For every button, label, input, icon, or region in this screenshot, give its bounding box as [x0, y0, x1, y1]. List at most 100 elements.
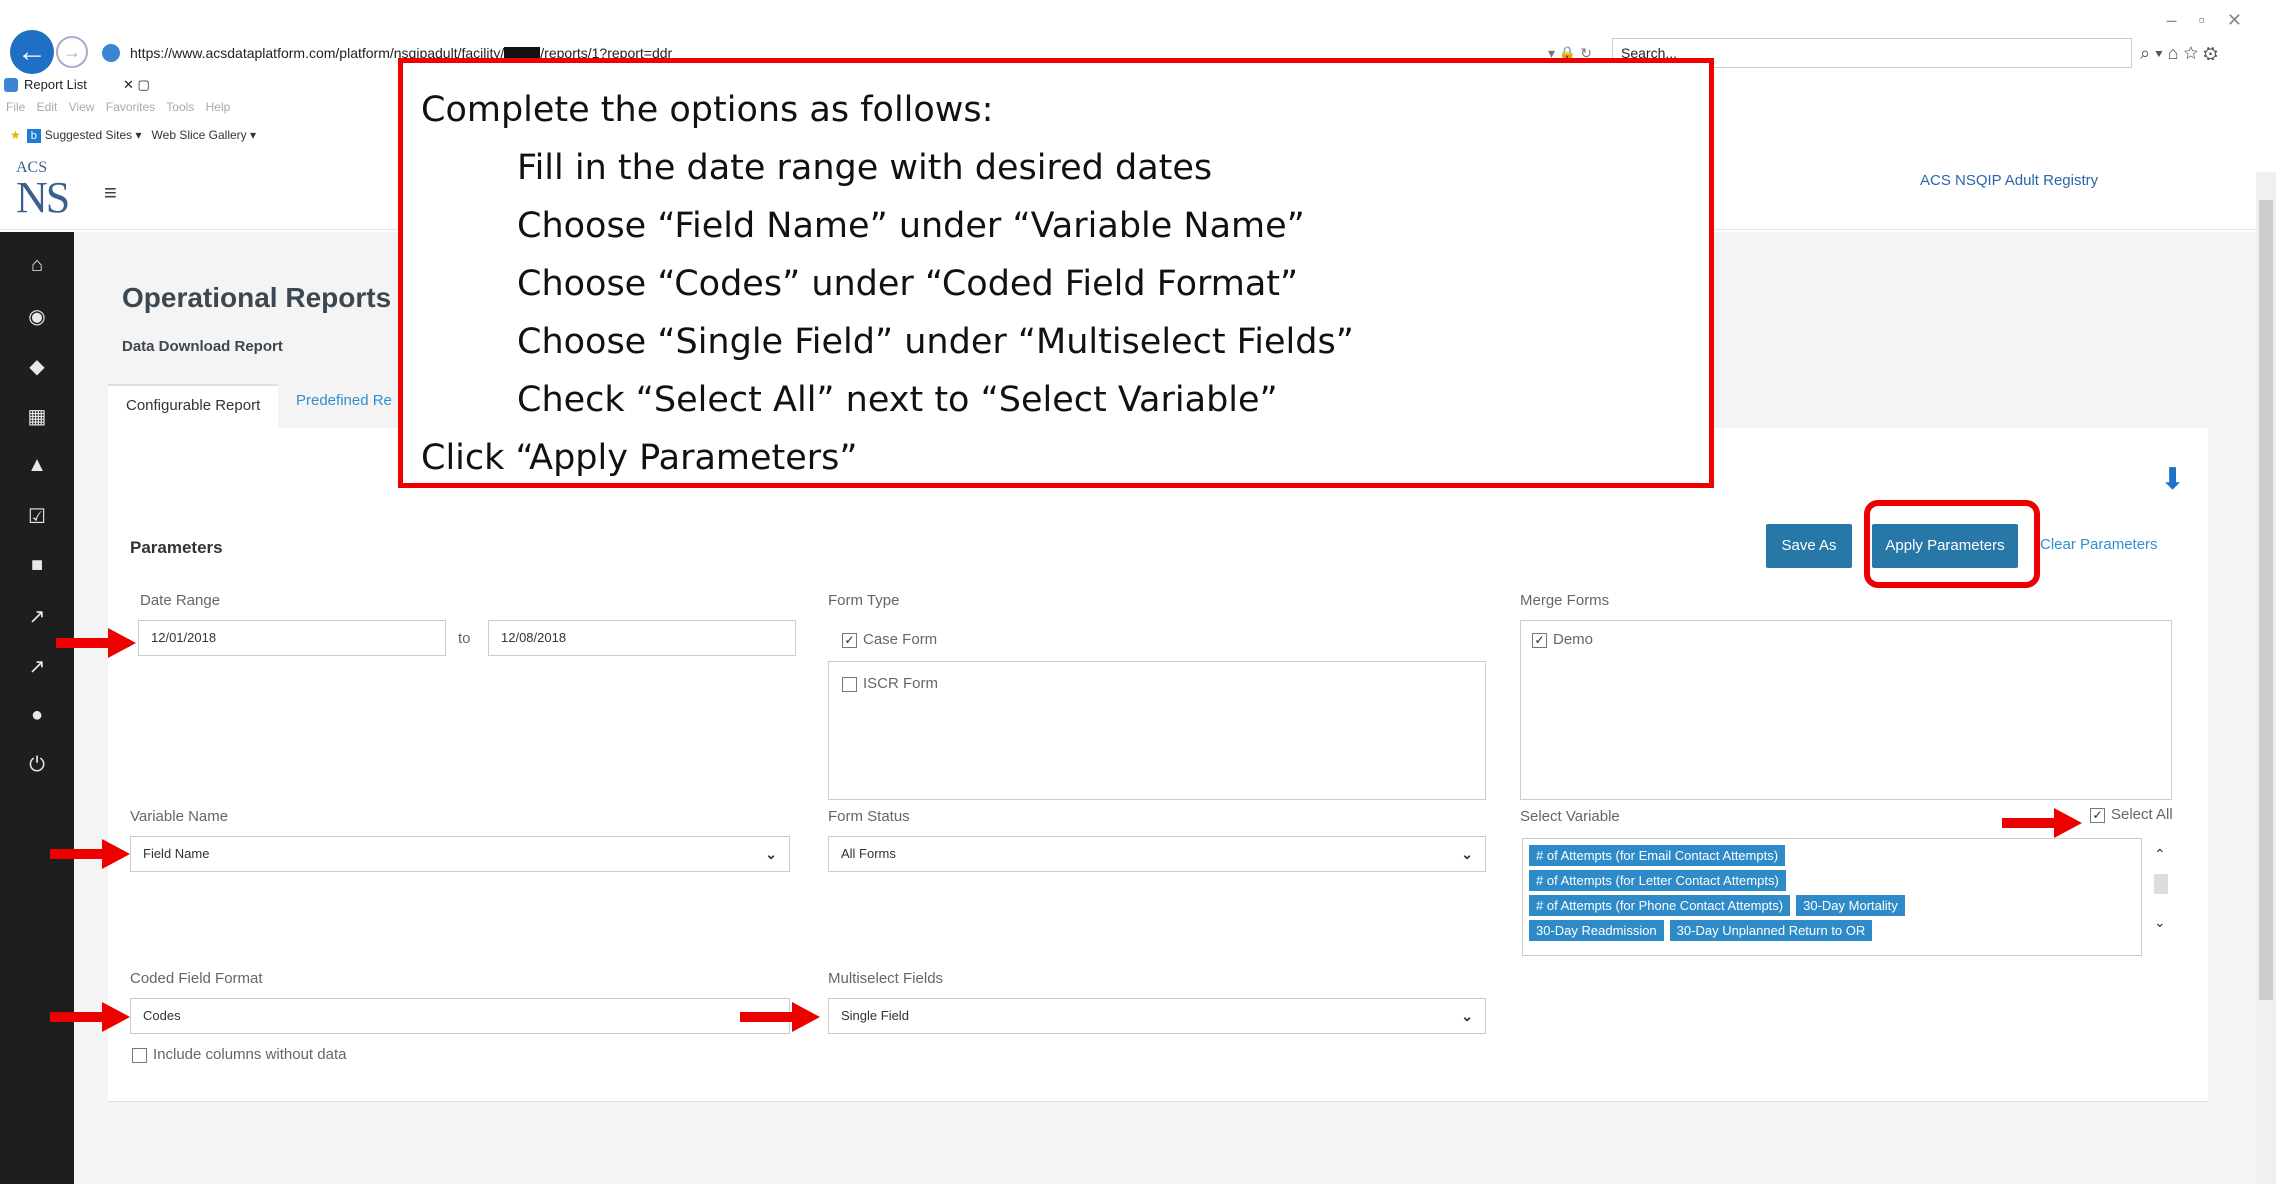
callout-line: Complete the options as follows: [421, 90, 994, 130]
callout-line: Choose “Single Field” under “Multiselect… [517, 322, 1354, 362]
date-to-separator: to [458, 630, 471, 647]
coded-field-format-label: Coded Field Format [130, 970, 263, 987]
calculator-icon[interactable]: ▦ [0, 404, 74, 429]
tab-favicon-icon [4, 78, 18, 92]
callout-line: Choose “Codes” under “Coded Field Format… [517, 264, 1299, 304]
registry-name[interactable]: ACS NSQIP Adult Registry [1920, 172, 2098, 189]
multiselect-fields-label: Multiselect Fields [828, 970, 944, 987]
site-globe-icon [102, 44, 120, 62]
home-icon[interactable]: ⌂ [0, 254, 74, 277]
variable-tag[interactable]: # of Attempts (for Phone Contact Attempt… [1529, 895, 1791, 916]
variable-name-select[interactable]: Field Name ⌄ [130, 836, 790, 872]
instruction-callout: Complete the options as follows: Fill in… [398, 58, 1714, 488]
document-icon[interactable]: ■ [0, 554, 74, 577]
chevron-down-icon[interactable]: ⌄ [1461, 837, 1473, 871]
fav-suggested-sites[interactable]: Suggested Sites ▾ [45, 128, 142, 142]
checkbox-checked-icon[interactable]: ✓ [1532, 632, 1547, 648]
date-range-label: Date Range [140, 592, 221, 609]
variable-tag-list[interactable]: # of Attempts (for Email Contact Attempt… [1522, 838, 2142, 956]
bing-icon: b [26, 129, 41, 143]
date-to-input[interactable]: 12/08/2018 [488, 620, 796, 656]
download-icon[interactable]: ⬇ [2160, 462, 2185, 497]
tab-predefined-reports[interactable]: Predefined Re [296, 392, 392, 409]
merge-forms-box [1520, 620, 2172, 800]
browser-tab[interactable]: Report List ✕ ▢ [0, 74, 250, 96]
external-link-icon[interactable]: ↗ [0, 604, 74, 629]
sidebar: ⌂ ◉ ◆ ▦ ▲ ☑ ■ ↗ ↗ ● ⏻ [0, 232, 74, 1184]
tag-list-scroller[interactable]: ⌃ ⌄ [2152, 838, 2172, 956]
callout-line: Fill in the date range with desired date… [517, 148, 1213, 188]
page-scrollbar[interactable] [2256, 172, 2276, 1184]
multiselect-fields-value: Single Field [841, 1008, 909, 1023]
bell-icon[interactable]: ▲ [0, 454, 74, 477]
iscr-form-label: ISCR Form [863, 675, 938, 692]
multiselect-fields-select[interactable]: Single Field ⌄ [828, 998, 1486, 1034]
browser-tab-title: Report List [24, 77, 87, 92]
callout-line: Check “Select All” next to “Select Varia… [517, 380, 1278, 420]
search-icon[interactable]: ⌕ ▾ ⌂ ☆ ⚙ [2140, 38, 2218, 68]
callout-line: Click “Apply Parameters” [421, 438, 858, 478]
select-variable-label: Select Variable [1520, 808, 1620, 825]
clear-parameters-link[interactable]: Clear Parameters [2040, 536, 2158, 553]
red-arrow-icon [50, 839, 130, 869]
page-subtitle: Data Download Report [122, 338, 283, 355]
select-all-label: Select All [2111, 806, 2173, 823]
parameters-title: Parameters [130, 538, 223, 557]
page-title: Operational Reports [122, 282, 392, 313]
chevron-up-icon[interactable]: ⌃ [2154, 846, 2166, 863]
demo-label: Demo [1553, 631, 1594, 648]
case-form-checkbox[interactable]: ✓ Case Form [842, 631, 937, 648]
form-status-select[interactable]: All Forms ⌄ [828, 836, 1486, 872]
date-from-input[interactable]: 12/01/2018 [138, 620, 446, 656]
variable-tag[interactable]: # of Attempts (for Email Contact Attempt… [1529, 845, 1786, 866]
forward-arrow-icon[interactable]: → [56, 36, 88, 68]
demo-checkbox[interactable]: ✓ Demo [1532, 631, 1593, 648]
favorites-bar: ★ b Suggested Sites ▾ Web Slice Gallery ▾ [10, 128, 256, 143]
red-arrow-icon [56, 628, 136, 658]
variable-tag[interactable]: 30-Day Mortality [1796, 895, 1905, 916]
dashboard-icon[interactable]: ◆ [0, 354, 74, 379]
red-arrow-icon [2002, 808, 2082, 838]
coded-field-format-select[interactable]: Codes [130, 998, 790, 1034]
reports-icon[interactable]: ☑ [0, 504, 74, 529]
favorites-star-icon[interactable]: ★ [10, 128, 21, 142]
callout-line: Choose “Field Name” under “Variable Name… [517, 206, 1305, 246]
power-icon[interactable]: ⏻ [0, 754, 74, 777]
variable-tag[interactable]: 30-Day Readmission [1529, 920, 1664, 941]
variable-tag[interactable]: # of Attempts (for Letter Contact Attemp… [1529, 870, 1786, 891]
back-arrow-icon[interactable]: ← [10, 30, 54, 74]
include-empty-columns-label: Include columns without data [153, 1046, 347, 1063]
case-form-label: Case Form [863, 631, 938, 648]
red-arrow-icon [740, 1002, 820, 1032]
variable-tag[interactable]: 30-Day Unplanned Return to OR [1669, 920, 1873, 941]
scrollbar-thumb[interactable] [2259, 200, 2273, 1000]
red-arrow-icon [50, 1002, 130, 1032]
merge-forms-label: Merge Forms [1520, 592, 1610, 609]
form-status-label: Form Status [828, 808, 910, 825]
include-empty-columns-checkbox[interactable]: Include columns without data [132, 1046, 346, 1063]
camera-icon[interactable]: ◉ [0, 304, 74, 329]
iscr-form-checkbox[interactable]: ISCR Form [842, 675, 938, 692]
form-status-value: All Forms [841, 846, 896, 861]
checkbox-checked-icon[interactable]: ✓ [842, 632, 857, 648]
save-as-button[interactable]: Save As [1766, 524, 1852, 568]
checkbox-checked-icon[interactable]: ✓ [2090, 807, 2105, 823]
variable-name-value: Field Name [143, 846, 210, 861]
chevron-down-icon[interactable]: ⌄ [765, 837, 777, 871]
fav-web-slice-gallery[interactable]: Web Slice Gallery ▾ [152, 128, 257, 142]
apply-button-highlight [1864, 500, 2040, 588]
acs-nsqip-logo[interactable]: ACS NS [16, 160, 84, 226]
hamburger-menu-icon[interactable]: ≡ [104, 180, 117, 206]
variable-name-label: Variable Name [130, 808, 229, 825]
browser-menubar[interactable]: File Edit View Favorites Tools Help [6, 100, 230, 114]
select-all-checkbox[interactable]: ✓ Select All [2090, 806, 2173, 823]
checkbox-empty-icon[interactable] [132, 1047, 147, 1063]
tag-scroll-thumb[interactable] [2154, 874, 2168, 894]
logo-ns-text: NS [16, 173, 70, 222]
user-icon[interactable]: ● [0, 704, 74, 727]
window-controls[interactable]: –▫✕ [2167, 10, 2264, 31]
checkbox-empty-icon[interactable] [842, 676, 857, 692]
form-type-label: Form Type [828, 592, 900, 609]
chevron-down-icon[interactable]: ⌄ [1461, 999, 1473, 1033]
chevron-down-icon[interactable]: ⌄ [2154, 914, 2166, 931]
